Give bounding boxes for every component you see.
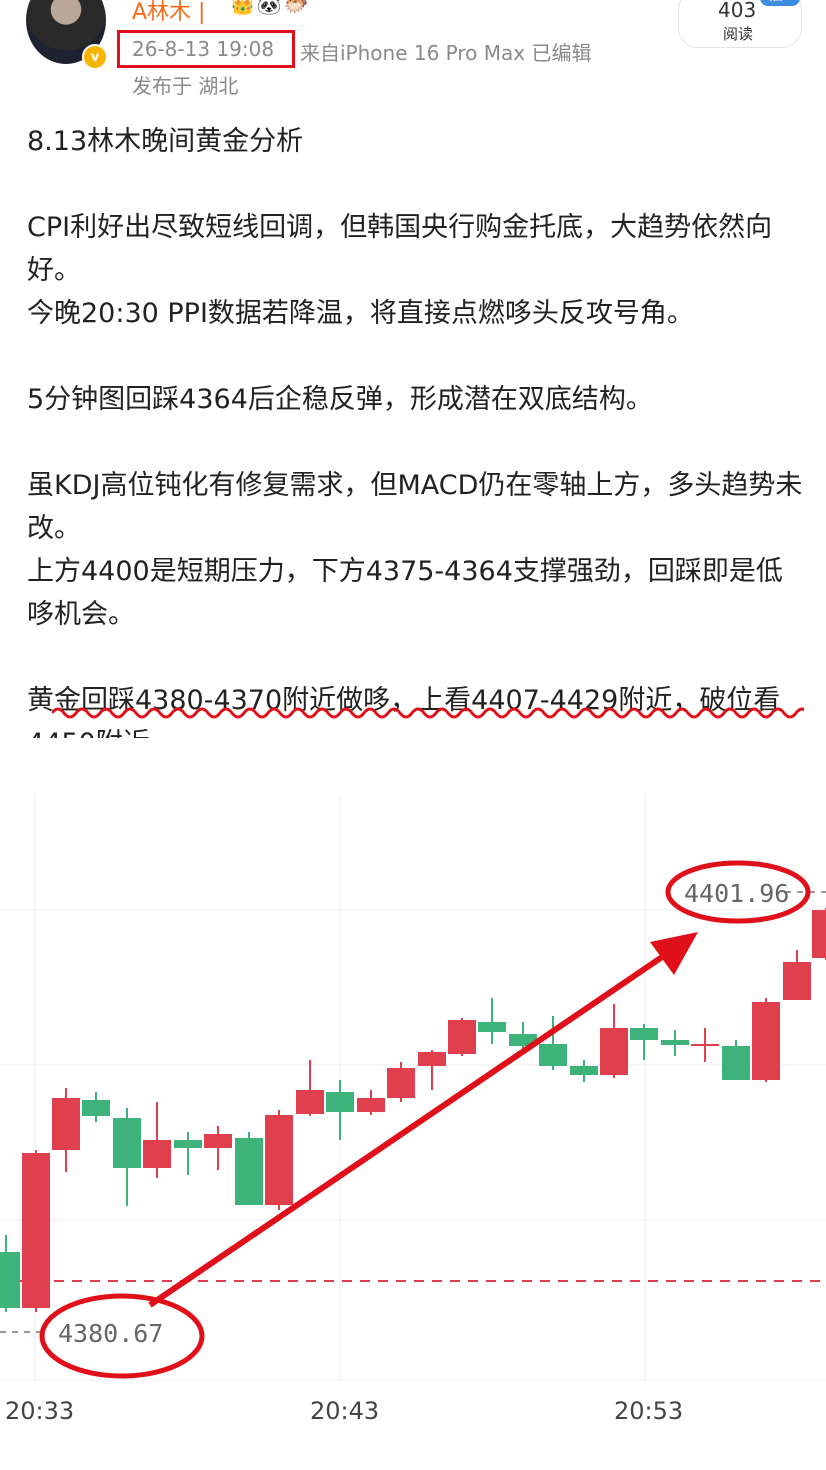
candle-up	[752, 1002, 780, 1080]
candle-up	[387, 1068, 415, 1098]
candle-up	[296, 1090, 324, 1114]
post-text-clip: 8.13林木晚间黄金分析 CPI利好出尽致短线回调，但韩国央行购金托底，大趋势依…	[0, 0, 826, 738]
candle-down	[174, 1140, 202, 1148]
candle-down	[235, 1138, 263, 1205]
time-axis-label: 20:53	[614, 1397, 684, 1425]
candle-down	[661, 1040, 689, 1045]
candle-up	[22, 1153, 50, 1308]
low-price-label: 4380.67	[58, 1319, 163, 1348]
candle-down	[326, 1092, 354, 1112]
post-paragraph-2: 今晚20:30 PPI数据若降温，将直接点燃哆头反攻号角。	[27, 298, 694, 329]
candle-up	[418, 1052, 446, 1066]
time-axis-label: 20:43	[310, 1397, 380, 1425]
candle-up	[448, 1020, 476, 1054]
candle-up	[812, 910, 826, 958]
post-paragraph-5: 上方4400是短期压力，下方4375-4364支撑强劲，回踩即是低哆机会。	[27, 556, 783, 630]
wavy-underline	[52, 707, 804, 719]
post-paragraph-1: CPI利好出尽致短线回调，但韩国央行购金托底，大趋势依然向好。	[27, 212, 773, 286]
candle-up	[204, 1134, 232, 1148]
candles	[0, 908, 826, 1312]
time-axis-label: 20:33	[5, 1397, 75, 1425]
candle-down	[478, 1022, 506, 1032]
candle-down	[630, 1028, 658, 1040]
candle-down	[0, 1252, 20, 1308]
candle-up	[600, 1028, 628, 1075]
candle-up	[52, 1098, 80, 1150]
candle-up	[265, 1115, 293, 1205]
candle-down	[82, 1100, 110, 1116]
candle-down	[722, 1046, 750, 1080]
candle-up	[691, 1044, 719, 1046]
candle-up	[783, 962, 811, 1000]
trend-arrow-line	[148, 950, 670, 1308]
post-content: 8.13林木晚间黄金分析 CPI利好出尽致短线回调，但韩国央行购金托底，大趋势依…	[27, 120, 807, 738]
post-paragraph-3: 5分钟图回踩4364后企稳反弹，形成潜在双底结构。	[27, 384, 653, 415]
high-price-label: 4401.96	[684, 879, 789, 908]
candle-up	[357, 1098, 385, 1112]
candle-down	[113, 1118, 141, 1168]
post-paragraph-4: 虽KDJ高位钝化有修复需求，但MACD仍在零轴上方，多头趋势未改。	[27, 470, 803, 544]
post-title: 8.13林木晚间黄金分析	[27, 126, 304, 157]
candle-down	[539, 1044, 567, 1066]
candle-up	[143, 1140, 171, 1168]
candlestick-chart: 4401.96 4380.67	[0, 794, 826, 1381]
candle-down	[570, 1066, 598, 1075]
trend-arrow-head	[650, 932, 698, 975]
